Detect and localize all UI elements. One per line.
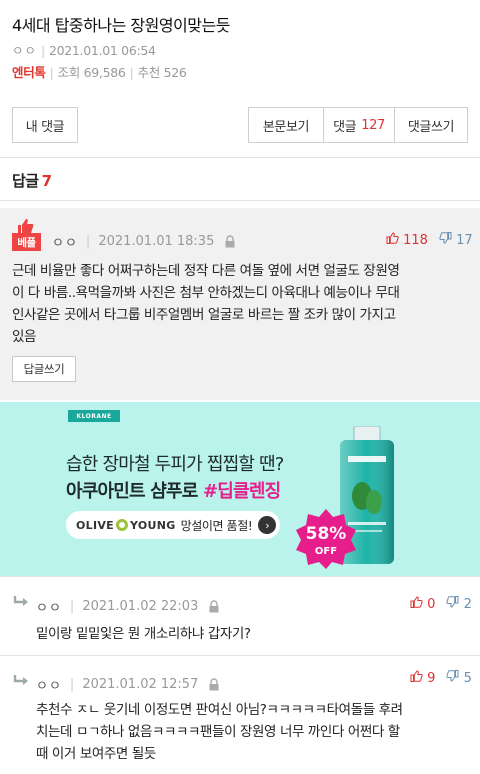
comment-votes: 9 5 — [410, 670, 472, 686]
comment-line: 있음 — [12, 329, 37, 345]
replies-count: 7 — [41, 172, 52, 190]
discount-sub: OFF — [315, 546, 337, 557]
views-label: 조회 — [57, 65, 81, 80]
upvote-count: 0 — [427, 597, 436, 612]
comment-nick[interactable]: ㅇㅇ — [36, 597, 62, 616]
thumbs-up-icon — [410, 670, 423, 682]
post-title: 4세대 탑중하나는 장원영이맞는듯 — [12, 16, 230, 35]
post-date: 2021.01.01 06:54 — [48, 43, 156, 58]
comment-body: 밑이랑 밑밑잋은 뭔 개소리하냐 갑자기? — [36, 623, 470, 645]
downvote-button[interactable]: 5 — [446, 670, 472, 686]
thumbs-up-icon — [410, 596, 423, 608]
post-stats: 엔터톡 | 조회 69,586 | 추천 526 — [12, 65, 187, 80]
store-name-b: YOUNG — [129, 518, 176, 532]
comment-date: 2021.01.02 22:03 — [82, 599, 199, 614]
upvote-button[interactable]: 118 — [386, 232, 428, 248]
comment-body: 근데 비율만 좋다 어쩌구하는데 정작 다른 여돌 옆에 서면 얼굴도 장원영 … — [12, 260, 470, 348]
ad-headline: 습한 장마철 두피가 찝찝할 땐? — [66, 454, 284, 475]
ad-subheadline: 아쿠아민트 샴푸로 #딥클렌징 — [66, 477, 281, 503]
downvote-count: 2 — [463, 597, 472, 612]
comment-nick[interactable]: ㅇㅇ — [36, 675, 62, 694]
ad-brand-logo: KLORANE — [68, 410, 120, 422]
store-name-a: OLIVE — [76, 518, 114, 532]
downvote-button[interactable]: 17 — [439, 232, 473, 248]
thumbs-down-icon — [439, 232, 452, 244]
chevron-right-icon: › — [258, 516, 277, 534]
reply-button[interactable]: 답글쓰기 — [12, 356, 76, 382]
comments-count: 127 — [361, 117, 385, 133]
comment-line: 근데 비율만 좋다 어쩌구하는데 정작 다른 여돌 옆에 서면 얼굴도 장원영 — [12, 263, 400, 279]
downvote-count: 5 — [463, 671, 472, 686]
comment-line: 치는데 ㅁㄱ하나 없음ㅋㅋㅋㅋ팬들이 장원영 너무 까인다 어쩐다 할 — [36, 724, 400, 740]
views-count: 69,586 — [83, 65, 126, 80]
upvote-count: 9 — [427, 671, 436, 686]
comment-meta: ㅇㅇ | 2021.01.02 22:03 — [36, 597, 220, 616]
discount-badge: 58% OFF — [296, 509, 356, 569]
sub-comment: ㅇㅇ | 2021.01.02 22:03 0 2 밑이랑 밑밑잋은 뭔 개소리… — [0, 577, 480, 655]
divider — [0, 200, 480, 201]
upvote-count: 118 — [403, 233, 428, 248]
post-header: 4세대 탑중하나는 장원영이맞는듯 ㅇㅇ | 2021.01.01 06:54 엔터… — [0, 0, 480, 96]
oliveyoung-logo: OLIVE YOUNG — [76, 518, 176, 532]
divider — [0, 157, 480, 158]
comment-line: 밑이랑 밑밑잋은 뭔 개소리하냐 갑자기? — [36, 626, 251, 642]
comment-votes: 118 17 — [386, 232, 473, 248]
reply-arrow-icon — [13, 675, 28, 685]
comment-line: 이 다 바름..욕먹을까봐 사진은 첨부 안하겠는디 아육대나 예능이나 무대 — [12, 285, 400, 301]
recommend-label: 추천 — [137, 65, 161, 80]
thumbs-down-icon — [446, 670, 459, 682]
downvote-button[interactable]: 2 — [446, 596, 472, 612]
discount-value: 58% — [306, 524, 347, 544]
lock-icon[interactable] — [208, 678, 220, 691]
ad-cta-pill[interactable]: OLIVE YOUNG 망설이면 품절! › — [66, 511, 280, 539]
write-comment-button[interactable]: 댓글쓰기 — [394, 107, 468, 143]
reply-button-label: 답글쓰기 — [23, 362, 65, 376]
reply-arrow-icon — [13, 596, 28, 606]
comments-label: 댓글 — [333, 119, 357, 135]
thumbs-up-icon — [386, 232, 399, 244]
comment-line: 인사같은 곳에서 타그룹 비주얼멤버 얼굴로 바르는 짤 조카 많이 가지고 — [12, 307, 396, 323]
comment-meta: ㅇㅇ | 2021.01.01 18:35 — [52, 232, 236, 251]
comment-date: 2021.01.02 12:57 — [82, 677, 199, 692]
ad-cta-text: 망설이면 품절! — [180, 518, 253, 533]
ad-brand-label: KLORANE — [76, 412, 112, 420]
ad-banner[interactable]: KLORANE 습한 장마철 두피가 찝찝할 땐? 아쿠아민트 샴푸로 #딥클렌… — [0, 402, 480, 576]
downvote-count: 17 — [456, 233, 473, 248]
post-category[interactable]: 엔터톡 — [12, 65, 46, 80]
thumbs-down-icon — [446, 596, 459, 608]
comment-body: 추천수 ㅈㄴ 웃기네 이정도면 판여신 아님?ㅋㅋㅋㅋㅋ타여돌들 후려 치는데 … — [36, 699, 472, 765]
comment-meta: ㅇㅇ | 2021.01.02 12:57 — [36, 675, 220, 694]
ad-hashtag: #딥클렌징 — [203, 481, 281, 502]
sub-comment: ㅇㅇ | 2021.01.02 12:57 9 5 추천수 ㅈㄴ 웃기네 이정도… — [0, 656, 480, 774]
best-badge: 베플 — [12, 233, 41, 251]
comment-votes: 0 2 — [410, 596, 472, 612]
best-badge-label: 베플 — [17, 236, 36, 249]
ad-subheadline-text: 아쿠아민트 샴푸로 — [66, 481, 204, 502]
comment-date: 2021.01.01 18:35 — [98, 234, 215, 249]
post-author[interactable]: ㅇㅇ — [12, 43, 37, 58]
comment-line: 때 이거 보여주면 될듯 — [36, 746, 156, 762]
write-comment-label: 댓글쓰기 — [407, 119, 455, 135]
replies-label: 답글 — [12, 172, 39, 190]
my-comments-button[interactable]: 내 댓글 — [12, 107, 78, 143]
upvote-button[interactable]: 0 — [410, 596, 435, 612]
best-comment: 베플 ㅇㅇ | 2021.01.01 18:35 118 17 근데 비율만 좋… — [0, 208, 480, 400]
post-meta: ㅇㅇ | 2021.01.01 06:54 — [12, 43, 156, 58]
lock-icon[interactable] — [208, 600, 220, 613]
view-body-button[interactable]: 본문보기 — [248, 107, 324, 143]
upvote-button[interactable]: 9 — [410, 670, 435, 686]
comment-toolbar: 내 댓글 본문보기 댓글 127 댓글쓰기 — [0, 107, 480, 143]
my-comments-label: 내 댓글 — [25, 119, 65, 135]
view-body-label: 본문보기 — [262, 119, 310, 135]
comment-line: 추천수 ㅈㄴ 웃기네 이정도면 판여신 아님?ㅋㅋㅋㅋㅋ타여돌들 후려 — [36, 702, 403, 718]
comments-button[interactable]: 댓글 127 — [323, 107, 395, 143]
lock-icon[interactable] — [224, 235, 236, 248]
comment-nick[interactable]: ㅇㅇ — [52, 232, 78, 251]
replies-header: 답글 7 — [12, 170, 52, 191]
recommend-count: 526 — [163, 65, 187, 80]
